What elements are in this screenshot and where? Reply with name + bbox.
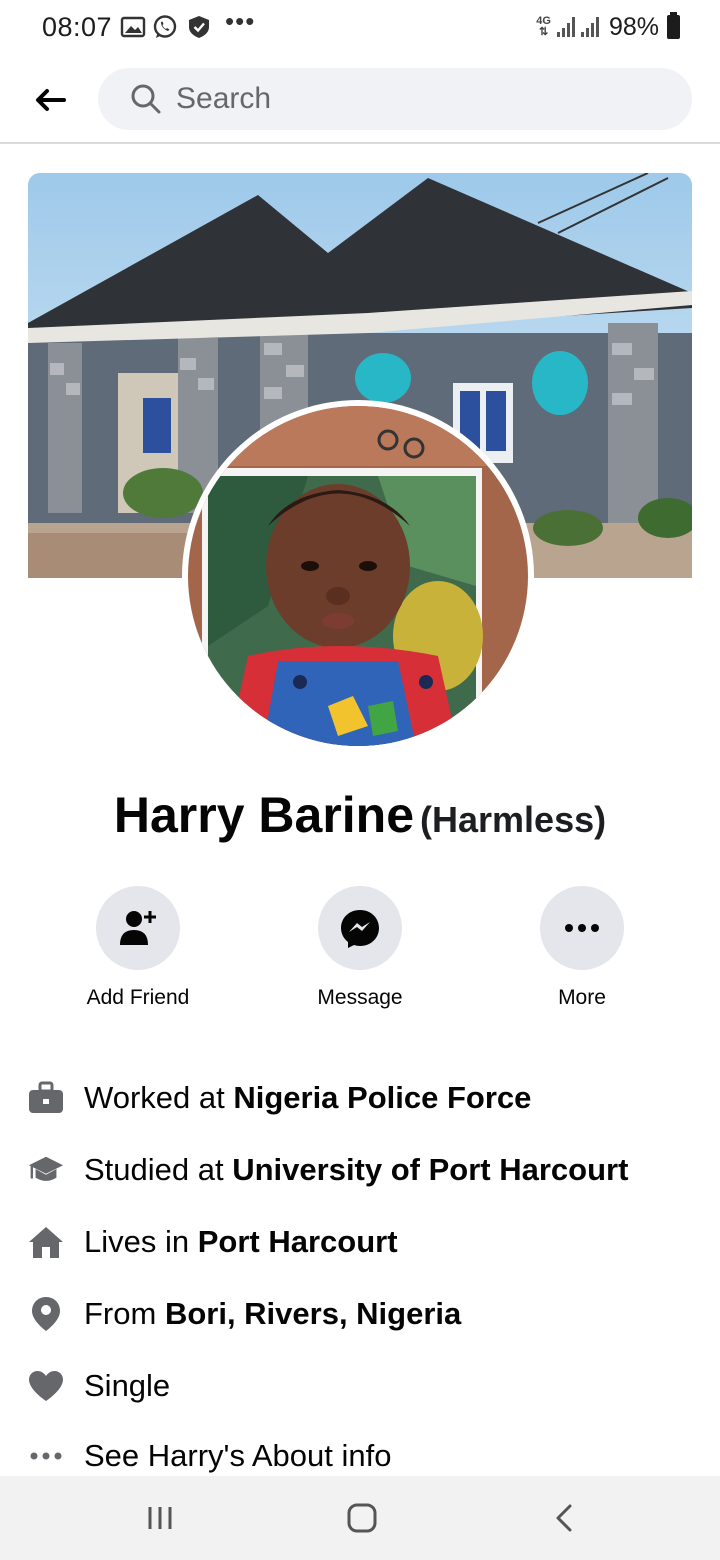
- more-button[interactable]: More: [502, 886, 662, 1010]
- profile-name-row: Harry Barine (Harmless): [0, 786, 720, 844]
- add-friend-label: Add Friend: [86, 986, 190, 1009]
- profile-picture-frame[interactable]: [182, 400, 534, 752]
- gallery-icon: [120, 16, 146, 38]
- recent-apps-button[interactable]: [130, 1498, 190, 1538]
- message-circle[interactable]: [318, 886, 402, 970]
- detail-work[interactable]: Worked at Nigeria Police Force: [28, 1076, 708, 1120]
- message-button[interactable]: Message: [280, 886, 440, 1010]
- location-pin-icon: [28, 1296, 64, 1332]
- search-icon: [131, 84, 161, 114]
- whatsapp-icon: [153, 15, 177, 38]
- detail-residence-text: Lives in Port Harcourt: [84, 1224, 398, 1259]
- detail-work-text: Worked at Nigeria Police Force: [84, 1080, 532, 1115]
- add-friend-icon: [120, 911, 156, 945]
- message-label: Message: [317, 986, 403, 1009]
- status-bar: 08:07 ••• 4G ⇅ 98%: [0, 0, 720, 56]
- briefcase-icon: [28, 1080, 64, 1116]
- more-label: More: [558, 986, 606, 1009]
- home-nav-icon: [347, 1503, 377, 1533]
- system-navigation-bar: [0, 1476, 720, 1560]
- battery-level: 98%: [608, 12, 659, 41]
- profile-nickname: (Harmless): [420, 799, 607, 840]
- signal-icon-2: [580, 17, 599, 37]
- detail-hometown-text: From Bori, Rivers, Nigeria: [84, 1296, 462, 1331]
- messenger-icon: [341, 910, 379, 948]
- profile-name: Harry Barine: [113, 787, 415, 843]
- profile-picture-image: [188, 406, 528, 746]
- signal-icon: [556, 17, 575, 37]
- back-button[interactable]: [28, 78, 72, 122]
- detail-hometown[interactable]: From Bori, Rivers, Nigeria: [28, 1292, 708, 1336]
- top-bar: Search: [0, 56, 720, 144]
- heart-icon: [28, 1368, 64, 1404]
- add-friend-circle[interactable]: [96, 886, 180, 970]
- detail-residence[interactable]: Lives in Port Harcourt: [28, 1220, 708, 1264]
- see-about-link[interactable]: See Harry's About info: [84, 1438, 391, 1474]
- back-nav-icon: [556, 1504, 572, 1532]
- graduation-cap-icon: [28, 1152, 64, 1188]
- home-button[interactable]: [332, 1498, 392, 1538]
- more-icon: [565, 924, 599, 932]
- detail-relationship-text: Single: [84, 1368, 171, 1403]
- more-dots-icon: [28, 1438, 64, 1474]
- status-time: 08:07: [42, 12, 113, 42]
- profile-picture[interactable]: [188, 406, 528, 746]
- detail-education-text: Studied at University of Port Harcourt: [84, 1152, 629, 1187]
- detail-see-about[interactable]: See Harry's About info: [28, 1434, 708, 1478]
- shield-icon: [189, 16, 209, 38]
- back-arrow-icon: [36, 89, 66, 111]
- network-type: 4G ⇅: [536, 15, 551, 38]
- battery-icon: [667, 12, 680, 39]
- home-icon: [28, 1224, 64, 1260]
- add-friend-button[interactable]: Add Friend: [58, 886, 218, 1010]
- detail-relationship[interactable]: Single: [28, 1364, 708, 1408]
- status-right-group: 4G ⇅ 98%: [536, 12, 680, 42]
- search-input[interactable]: Search: [176, 82, 271, 116]
- more-circle[interactable]: [540, 886, 624, 970]
- status-more-dots: •••: [225, 6, 256, 36]
- back-nav-button[interactable]: [534, 1498, 594, 1538]
- detail-education[interactable]: Studied at University of Port Harcourt: [28, 1148, 708, 1192]
- recent-apps-icon: [148, 1507, 172, 1529]
- search-bar[interactable]: Search: [98, 68, 692, 130]
